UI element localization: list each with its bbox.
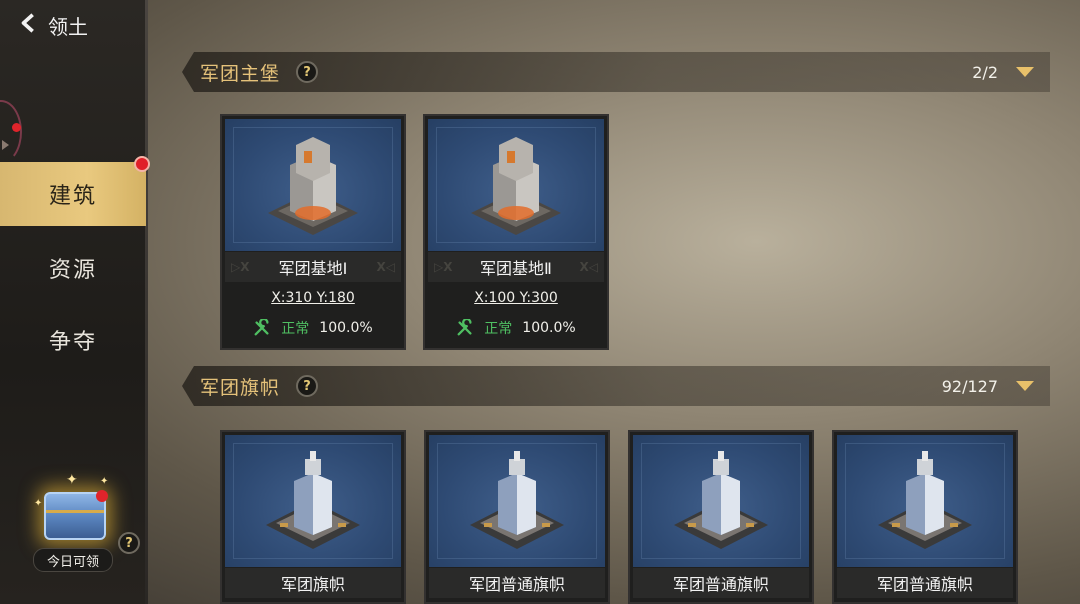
building-status: 正常 100.0% <box>222 318 404 338</box>
sidebar-item-label: 争夺 <box>48 330 97 355</box>
flag-building-image <box>225 435 401 567</box>
help-icon[interactable]: ? <box>118 532 140 554</box>
flag-name-bar: 军团普通旗帜 <box>837 568 1013 598</box>
section-header-legion-base[interactable]: 军团主堡 ? 2/2 <box>182 52 1050 92</box>
building-name-bar: ▷X 军团基地Ⅰ X◁ <box>225 252 401 282</box>
durability-percent: 100.0% <box>319 320 373 336</box>
sidebar-item-label: 资源 <box>48 258 97 283</box>
wrench-icon <box>253 319 271 337</box>
chevron-down-icon[interactable] <box>1016 381 1034 391</box>
status-text: 正常 <box>484 321 513 337</box>
flag-name: 军团普通旗帜 <box>876 575 973 594</box>
wrench-icon <box>456 319 474 337</box>
chevron-left-icon <box>18 12 40 39</box>
section-count: 92/127 <box>941 376 998 396</box>
flag-name: 军团普通旗帜 <box>672 575 769 594</box>
sidebar: 领土 建筑 资源 争夺 ✦ ✦ ✦ 今日可领 ? <box>0 0 150 604</box>
flag-tower-icon <box>878 451 972 549</box>
flag-name: 军团旗帜 <box>280 575 345 594</box>
flag-building-image <box>633 435 809 567</box>
expand-arrow-icon[interactable] <box>2 140 9 150</box>
building-card[interactable]: ▷X 军团基地Ⅱ X◁ X:100 Y:300 正常 100.0% <box>423 114 609 350</box>
page-title: 领土 <box>48 14 88 39</box>
fortress-icon <box>471 137 561 235</box>
section-count: 2/2 <box>972 62 998 82</box>
sparkle-icon: ✦ <box>34 498 43 509</box>
decorative-glyph-icon: ▷X <box>434 260 453 274</box>
help-icon[interactable]: ? <box>296 375 318 397</box>
building-status: 正常 100.0% <box>425 318 607 338</box>
sidebar-item-label: 建筑 <box>48 184 97 209</box>
building-name: 军团基地Ⅰ <box>278 259 348 278</box>
daily-reward-chest[interactable]: ✦ ✦ ✦ <box>34 472 109 540</box>
flag-name-bar: 军团普通旗帜 <box>429 568 605 598</box>
decorative-glyph-icon: X◁ <box>579 260 598 274</box>
building-name: 军团基地Ⅱ <box>480 259 552 278</box>
status-text: 正常 <box>281 321 310 337</box>
sparkle-icon: ✦ <box>66 472 78 488</box>
flag-tower-icon <box>674 451 768 549</box>
daily-reward-label: 今日可领 <box>33 548 113 572</box>
durability-percent: 100.0% <box>522 320 576 336</box>
help-icon[interactable]: ? <box>296 61 318 83</box>
flag-card[interactable]: 军团普通旗帜 <box>424 430 610 604</box>
flag-tower-icon <box>470 451 564 549</box>
chevron-down-icon[interactable] <box>1016 67 1034 77</box>
back-button[interactable]: 领土 <box>18 10 88 40</box>
decorative-swirl <box>0 100 22 164</box>
decorative-glyph-icon: X◁ <box>376 260 395 274</box>
flag-building-image <box>837 435 1013 567</box>
building-coordinates-link[interactable]: X:100 Y:300 <box>425 290 607 306</box>
sidebar-item-buildings[interactable]: 建筑 <box>0 156 150 226</box>
notification-badge <box>134 156 150 172</box>
building-card[interactable]: ▷X 军团基地Ⅰ X◁ X:310 Y:180 正常 100.0% <box>220 114 406 350</box>
notification-dot <box>12 123 21 132</box>
sidebar-item-contest[interactable]: 争夺 <box>0 308 146 372</box>
sparkle-icon: ✦ <box>100 476 109 487</box>
building-name-bar: ▷X 军团基地Ⅱ X◁ <box>428 252 604 282</box>
flag-building-image <box>429 435 605 567</box>
flag-tower-icon <box>266 451 360 549</box>
section-title: 军团旗帜 <box>200 376 281 399</box>
section-header-legion-flags[interactable]: 军团旗帜 ? 92/127 <box>182 366 1050 406</box>
flag-name-bar: 军团普通旗帜 <box>633 568 809 598</box>
sidebar-edge <box>145 0 148 604</box>
flag-name-bar: 军团旗帜 <box>225 568 401 598</box>
sidebar-item-resources[interactable]: 资源 <box>0 236 146 300</box>
fortress-icon <box>268 137 358 235</box>
decorative-glyph-icon: ▷X <box>231 260 250 274</box>
flag-card[interactable]: 军团普通旗帜 <box>832 430 1018 604</box>
notification-dot <box>96 490 108 502</box>
flag-name: 军团普通旗帜 <box>468 575 565 594</box>
building-image <box>428 119 604 251</box>
flag-card[interactable]: 军团普通旗帜 <box>628 430 814 604</box>
flag-card[interactable]: 军团旗帜 <box>220 430 406 604</box>
section-title: 军团主堡 <box>200 62 281 85</box>
building-coordinates-link[interactable]: X:310 Y:180 <box>222 290 404 306</box>
building-image <box>225 119 401 251</box>
